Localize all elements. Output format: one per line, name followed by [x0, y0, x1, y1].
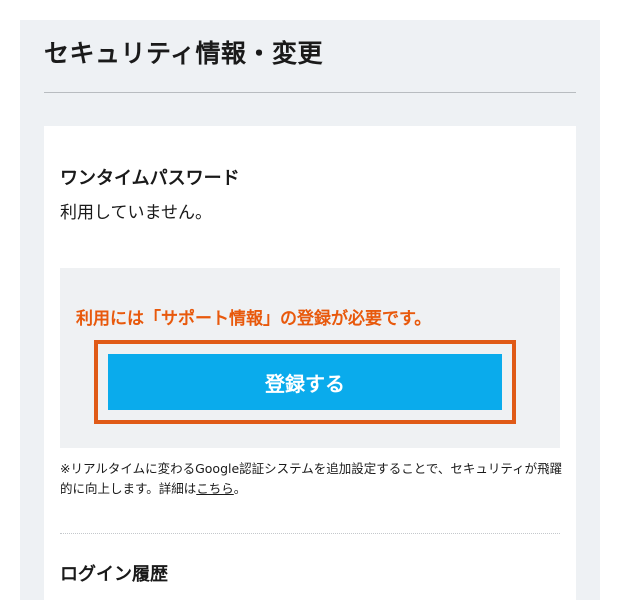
title-divider: [44, 92, 576, 93]
support-info-notice-box: 利用には「サポート情報」の登録が必要です。 登録する: [60, 268, 560, 448]
one-time-password-status: 利用していません。: [60, 203, 212, 223]
login-history-heading: ログイン履歴: [60, 564, 168, 585]
register-button-highlight: 登録する: [94, 340, 516, 424]
one-time-password-heading: ワンタイムパスワード: [60, 168, 240, 189]
details-link[interactable]: こちら: [196, 481, 234, 496]
footnote-end: 。: [233, 481, 247, 496]
section-divider: [60, 533, 560, 534]
page-title: セキュリティ情報・変更: [44, 39, 324, 68]
register-button[interactable]: 登録する: [108, 354, 502, 410]
authenticator-footnote: ※リアルタイムに変わるGoogle認証システムを追加設定することで、セキュリティ…: [60, 459, 564, 499]
security-settings-page: セキュリティ情報・変更 ワンタイムパスワード 利用していません。 利用には「サポ…: [20, 20, 600, 600]
footnote-text: ※リアルタイムに変わるGoogle認証システムを追加設定することで、セキュリティ…: [60, 461, 563, 496]
support-info-required-notice: 利用には「サポート情報」の登録が必要です。: [76, 309, 432, 329]
settings-card: ワンタイムパスワード 利用していません。 利用には「サポート情報」の登録が必要で…: [44, 126, 576, 600]
